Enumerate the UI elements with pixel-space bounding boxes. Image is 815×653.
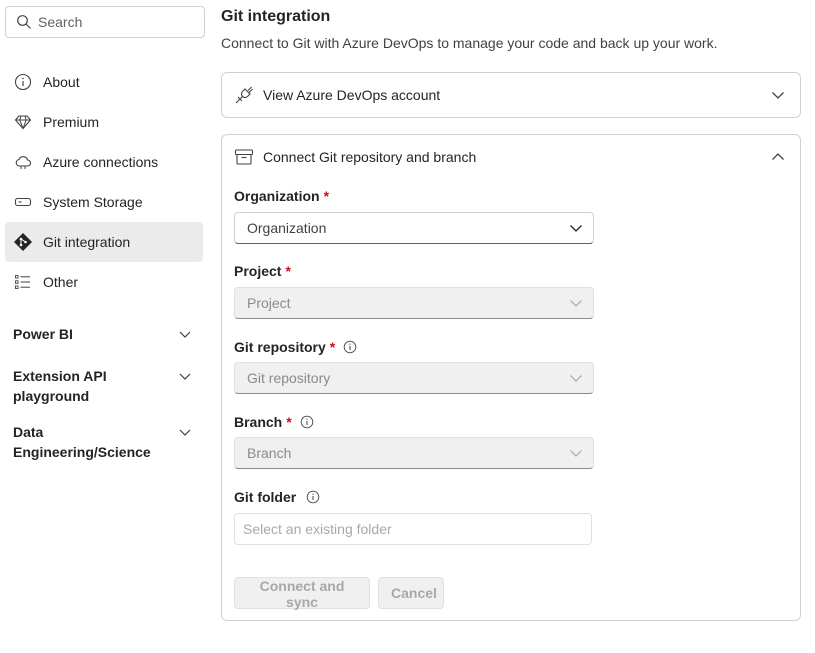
branch-label-text: Branch — [234, 414, 283, 430]
info-icon[interactable] — [300, 415, 314, 429]
sidebar-item-label: About — [43, 74, 80, 90]
chevron-down-icon — [570, 375, 582, 382]
repository-label: Git repository * — [234, 339, 357, 355]
chevron-down-icon — [772, 92, 784, 99]
repository-label-text: Git repository — [234, 339, 326, 355]
chevron-down-icon — [570, 300, 582, 307]
plug-icon — [235, 86, 253, 104]
sidebar-nav: About Premium Azure connections System S… — [5, 62, 203, 302]
sidebar-item-other[interactable]: Other — [5, 262, 203, 302]
group-label: Extension API playground — [13, 368, 107, 404]
repo-section-label: Connect Git repository and branch — [263, 149, 477, 165]
group-label: Power BI — [13, 326, 73, 342]
sidebar-item-label: System Storage — [43, 194, 143, 210]
chevron-down-icon — [179, 331, 191, 338]
info-icon[interactable] — [306, 490, 320, 504]
sidebar-item-label: Premium — [43, 114, 100, 130]
azure-devops-account-section: View Azure DevOps account — [221, 72, 801, 118]
chevron-down-icon — [179, 429, 191, 436]
organization-label: Organization * — [234, 188, 329, 204]
repository-dropdown[interactable]: Git repository — [234, 362, 594, 394]
folder-input[interactable] — [234, 513, 592, 545]
page-title: Git integration — [221, 8, 331, 25]
chevron-up-icon — [772, 153, 784, 160]
sidebar-item-azure-connections[interactable]: Azure connections — [5, 142, 203, 182]
account-section-label: View Azure DevOps account — [263, 87, 441, 103]
diamond-icon — [13, 112, 33, 132]
info-icon[interactable] — [343, 340, 357, 354]
folder-label: Git folder — [234, 489, 320, 505]
group-label: Data Engineering/Science — [13, 424, 151, 460]
required-marker: * — [285, 263, 291, 279]
cloud-icon — [13, 152, 33, 172]
branch-label: Branch * — [234, 414, 314, 430]
info-icon — [13, 72, 33, 92]
branch-dropdown[interactable]: Branch — [234, 437, 594, 469]
sidebar-item-git-integration[interactable]: Git integration — [5, 222, 203, 262]
storage-icon — [13, 192, 33, 212]
organization-dropdown[interactable]: Organization — [234, 212, 594, 244]
sidebar-item-label: Git integration — [43, 234, 131, 250]
page-subtitle: Connect to Git with Azure DevOps to mana… — [221, 35, 718, 51]
folder-label-text: Git folder — [234, 489, 297, 505]
repo-section-header[interactable]: Connect Git repository and branch — [222, 135, 800, 179]
git-icon — [13, 232, 33, 252]
project-dropdown[interactable]: Project — [234, 287, 594, 319]
project-label-text: Project — [234, 263, 282, 279]
required-marker: * — [286, 414, 292, 430]
sidebar-group-data-engineering[interactable]: Data Engineering/Science — [13, 422, 193, 462]
archive-icon — [234, 149, 254, 165]
project-value: Project — [247, 295, 291, 311]
sidebar-item-premium[interactable]: Premium — [5, 102, 203, 142]
sidebar-group-power-bi[interactable]: Power BI — [13, 324, 193, 344]
project-label: Project * — [234, 263, 291, 279]
search-box[interactable] — [5, 6, 205, 38]
list-icon — [13, 272, 33, 292]
chevron-down-icon — [179, 373, 191, 380]
connect-and-sync-button[interactable]: Connect and sync — [234, 577, 370, 610]
sidebar-item-about[interactable]: About — [5, 62, 203, 102]
chevron-down-icon — [570, 225, 582, 232]
organization-value: Organization — [247, 220, 327, 236]
organization-label-text: Organization — [234, 188, 320, 204]
sidebar-item-system-storage[interactable]: System Storage — [5, 182, 203, 222]
cancel-button[interactable]: Cancel — [378, 577, 444, 609]
sidebar-group-extension-api[interactable]: Extension API playground — [13, 366, 193, 406]
branch-value: Branch — [247, 445, 292, 461]
sidebar-item-label: Other — [43, 274, 79, 290]
search-icon — [17, 15, 31, 29]
repository-value: Git repository — [247, 370, 331, 386]
required-marker: * — [323, 188, 330, 204]
connect-repository-section: Connect Git repository and branch Organi… — [221, 134, 801, 621]
required-marker: * — [329, 339, 336, 355]
chevron-down-icon — [570, 450, 582, 457]
account-section-header[interactable]: View Azure DevOps account — [222, 73, 800, 117]
sidebar-item-label: Azure connections — [43, 154, 159, 170]
search-input[interactable] — [38, 14, 198, 30]
